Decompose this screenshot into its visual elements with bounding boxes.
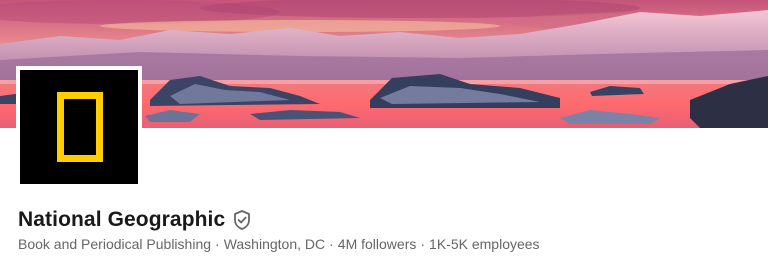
- followers-count[interactable]: 4M followers: [338, 236, 417, 252]
- separator: ·: [329, 236, 334, 252]
- employees-count[interactable]: 1K-5K employees: [429, 236, 540, 252]
- yellow-rectangle-logo-icon: [20, 70, 138, 184]
- company-header: National Geographic: [18, 206, 251, 234]
- company-meta: Book and Periodical Publishing · Washingto…: [18, 236, 540, 252]
- verified-shield-icon[interactable]: [233, 210, 251, 230]
- industry: Book and Periodical Publishing: [18, 236, 212, 252]
- separator: ·: [420, 236, 426, 252]
- logo-frame: [57, 92, 103, 162]
- location: Washington, DC: [223, 236, 326, 252]
- company-name: National Geographic: [18, 208, 226, 231]
- company-logo[interactable]: [16, 66, 142, 188]
- separator: ·: [215, 236, 220, 252]
